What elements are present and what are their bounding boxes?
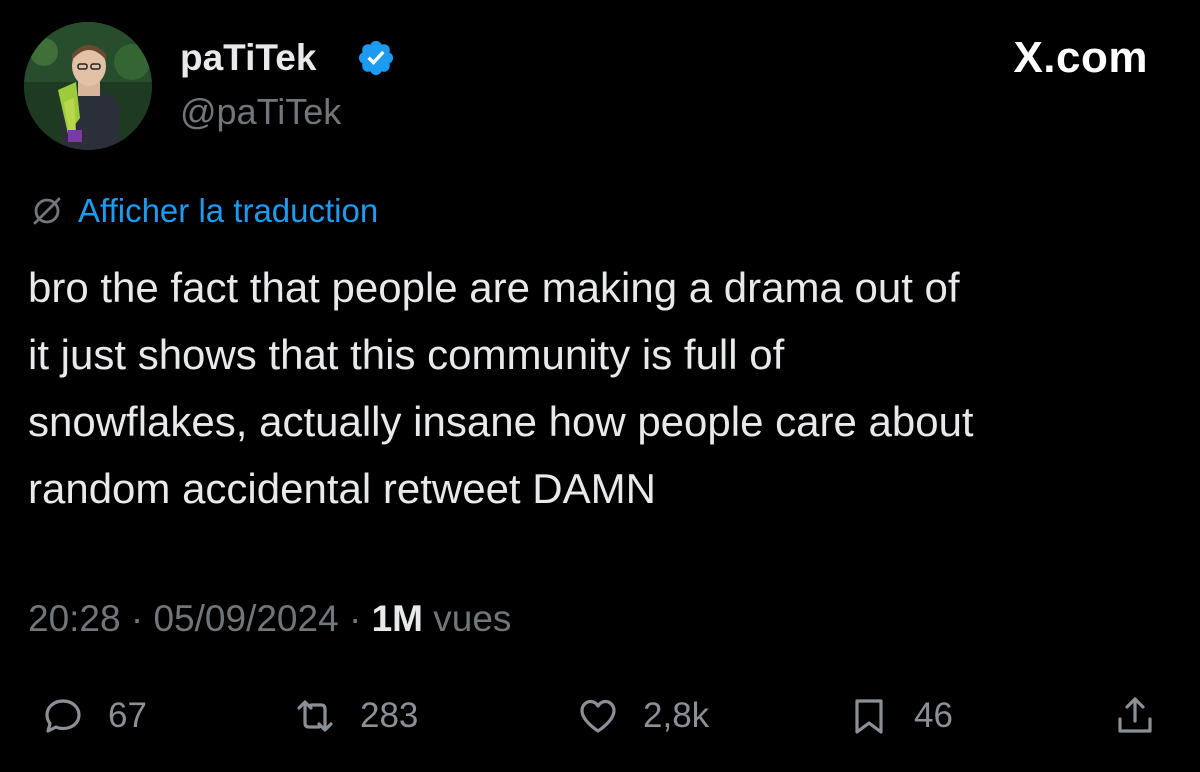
tweet-meta: 20:28 · 05/09/2024 · 1M vues xyxy=(28,596,511,642)
share-button[interactable] xyxy=(1112,688,1158,744)
tweet-text: bro the fact that people are making a dr… xyxy=(28,264,974,512)
reply-count: 67 xyxy=(108,696,147,735)
translate-link[interactable]: Afficher la traduction xyxy=(78,190,378,232)
retweet-button[interactable]: 283 xyxy=(292,688,418,744)
translate-row[interactable]: Afficher la traduction xyxy=(30,190,378,232)
bookmark-count: 46 xyxy=(914,696,953,735)
reply-button[interactable]: 67 xyxy=(40,688,147,744)
views-label: vues xyxy=(433,598,512,639)
like-button[interactable]: 2,8k xyxy=(575,688,709,744)
globe-icon xyxy=(33,197,61,225)
like-count: 2,8k xyxy=(643,696,710,735)
display-name[interactable]: paTiTek xyxy=(180,36,316,80)
action-bar: 67 283 2,8k 46 xyxy=(0,688,1200,744)
reply-bubble-icon xyxy=(45,699,81,733)
retweet-icon xyxy=(297,700,333,732)
bookmark-button[interactable]: 46 xyxy=(846,688,953,744)
tweet-date[interactable]: 05/09/2024 xyxy=(153,598,338,639)
heart-icon xyxy=(580,699,616,733)
site-logo-text: X.com xyxy=(1013,33,1148,82)
avatar[interactable] xyxy=(24,22,152,150)
bookmark-icon xyxy=(855,699,883,734)
verified-badge-icon xyxy=(358,40,394,76)
views-count: 1M xyxy=(371,598,423,639)
meta-separator: · xyxy=(130,598,144,639)
share-icon xyxy=(1118,697,1152,733)
tweet-time[interactable]: 20:28 xyxy=(28,598,121,639)
user-handle[interactable]: @paTiTek xyxy=(180,90,341,134)
meta-separator: · xyxy=(348,598,362,639)
retweet-count: 283 xyxy=(360,696,419,735)
